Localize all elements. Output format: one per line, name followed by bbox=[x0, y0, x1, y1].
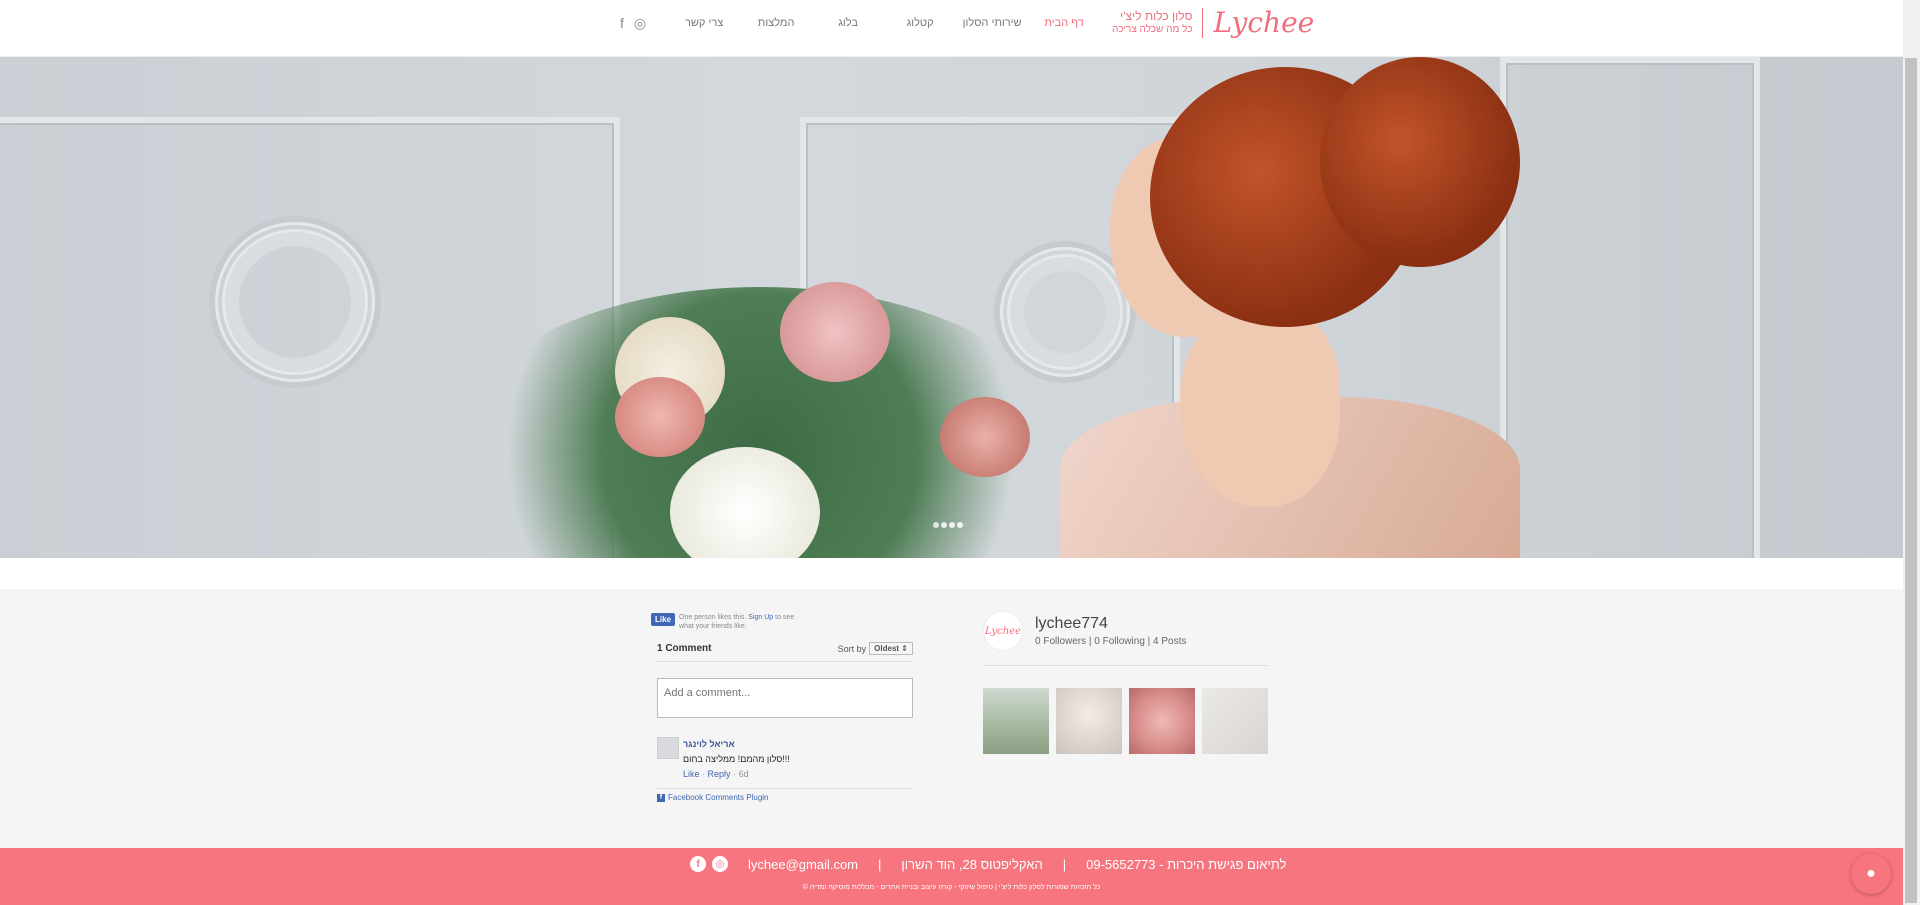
comments-plugin-footer: f Facebook Comments Plugin bbox=[657, 788, 913, 802]
posts-count: 4 Posts bbox=[1153, 636, 1187, 647]
slide-indicators bbox=[933, 522, 963, 528]
post-grid bbox=[983, 688, 1268, 754]
nav-item-contact[interactable]: צרי קשר bbox=[668, 17, 740, 29]
profile-name[interactable]: lychee774 bbox=[1035, 615, 1186, 633]
signup-link[interactable]: Sign Up bbox=[748, 614, 773, 621]
footer-address: האקליפטוס 28, הוד השרון bbox=[901, 856, 1043, 872]
comment-text: סלון מהמם! ממליצה בחום!!! bbox=[683, 754, 790, 764]
like-summary: One person likes this. Sign Up to see wh… bbox=[679, 613, 809, 631]
sort-control: Sort by Oldest ⇕ bbox=[838, 642, 913, 655]
comment-count: 1 Comment bbox=[657, 643, 712, 654]
profile-info: lychee774 0 Followers | 0 Following | 4 … bbox=[1035, 615, 1186, 647]
logo-mark: Lychee bbox=[1213, 6, 1315, 39]
bride-neck bbox=[1180, 307, 1340, 507]
footer-copyright: © כל הזכויות שמורות לסלון כלות ליצ'י | ט… bbox=[802, 884, 1101, 891]
chat-icon: ● bbox=[1866, 865, 1876, 882]
nav-items: צרי קשר המלצות בלוג קטלוג שירותי הסלון ד… bbox=[668, 17, 1100, 29]
footer-phone[interactable]: לתיאום פגישת היכרות - 09-5652773 bbox=[1086, 857, 1286, 872]
scrollbar-thumb[interactable] bbox=[1905, 58, 1917, 903]
facebook-comments: 1 Comment Sort by Oldest ⇕ אריאל לוינגר … bbox=[657, 642, 913, 802]
comment-reply-link[interactable]: Reply bbox=[708, 769, 731, 779]
facebook-icon[interactable]: f bbox=[690, 856, 706, 872]
nav-item-services[interactable]: שירותי הסלון bbox=[956, 17, 1028, 29]
sort-select[interactable]: Oldest ⇕ bbox=[869, 642, 913, 655]
comment-age: 6d bbox=[738, 769, 749, 779]
wall-panel bbox=[1500, 57, 1760, 558]
footer-email[interactable]: lychee@gmail.com bbox=[748, 857, 858, 872]
logo-subtitle: סלון כלות ליצ'י כל מה שכלה צריכה bbox=[1112, 8, 1193, 36]
instagram-profile-widget: Lychee lychee774 0 Followers | 0 Followi… bbox=[983, 611, 1268, 754]
nav-item-recommendations[interactable]: המלצות bbox=[740, 17, 812, 29]
footer-contact: f ◎ lychee@gmail.com | האקליפטוס 28, הוד… bbox=[690, 856, 1286, 872]
instagram-icon[interactable]: ◎ bbox=[634, 15, 646, 32]
wall-rosette bbox=[215, 222, 375, 382]
chat-button[interactable]: ● bbox=[1851, 854, 1891, 894]
bouquet-flower bbox=[780, 282, 890, 382]
profile-stats: 0 Followers | 0 Following | 4 Posts bbox=[1035, 636, 1187, 647]
slide-dot[interactable] bbox=[933, 522, 939, 528]
footer-social: f ◎ bbox=[690, 856, 728, 872]
page-scrollbar[interactable] bbox=[1903, 0, 1920, 905]
post-thumb-hairstyle[interactable] bbox=[1129, 688, 1195, 754]
nav-item-catalog[interactable]: קטלוג bbox=[884, 17, 956, 29]
like-text-before: One person likes this. bbox=[679, 614, 747, 621]
slide-dot[interactable] bbox=[949, 522, 955, 528]
bride-hair-bun bbox=[1320, 57, 1520, 267]
profile-header: Lychee lychee774 0 Followers | 0 Followi… bbox=[983, 611, 1268, 666]
logo-subtitle-line1: סלון כלות ליצ'י bbox=[1120, 8, 1193, 23]
nav-item-home[interactable]: דף הבית bbox=[1028, 17, 1100, 29]
sort-value: Oldest bbox=[874, 644, 900, 653]
comment-like-link[interactable]: Like bbox=[683, 769, 700, 779]
logo-divider bbox=[1202, 7, 1204, 38]
comments-header: 1 Comment Sort by Oldest ⇕ bbox=[657, 642, 913, 662]
wall-rosette bbox=[1000, 247, 1130, 377]
hero-slideshow bbox=[0, 57, 1903, 558]
facebook-icon[interactable]: f bbox=[620, 15, 624, 31]
instagram-icon[interactable]: ◎ bbox=[712, 856, 728, 872]
footer-separator: | bbox=[1062, 856, 1067, 872]
followers-count: 0 Followers bbox=[1035, 636, 1087, 647]
comment-author[interactable]: אריאל לוינגר bbox=[683, 737, 790, 752]
comment-item: אריאל לוינגר סלון מהמם! ממליצה בחום!!! L… bbox=[657, 737, 913, 782]
site-footer: f ◎ lychee@gmail.com | האקליפטוס 28, הוד… bbox=[0, 848, 1903, 905]
plugin-link[interactable]: Facebook Comments Plugin bbox=[668, 793, 769, 802]
main-nav: f ◎ צרי קשר המלצות בלוג קטלוג שירותי הסל… bbox=[620, 0, 1100, 46]
sort-label: Sort by bbox=[837, 643, 867, 654]
post-thumb-accessories[interactable] bbox=[1202, 688, 1268, 754]
footer-separator: | bbox=[878, 856, 882, 872]
slide-dot[interactable] bbox=[957, 522, 963, 528]
comment-input[interactable] bbox=[657, 678, 913, 718]
comment-actions: Like · Reply · 6d bbox=[683, 769, 749, 779]
profile-avatar[interactable]: Lychee bbox=[983, 611, 1023, 651]
site-header: f ◎ צרי קשר המלצות בלוג קטלוג שירותי הסל… bbox=[0, 0, 1903, 57]
nav-item-blog[interactable]: בלוג bbox=[812, 17, 884, 29]
comment-body: אריאל לוינגר סלון מהמם! ממליצה בחום!!! L… bbox=[683, 737, 790, 782]
content-section bbox=[0, 589, 1903, 848]
post-thumb-bride[interactable] bbox=[1056, 688, 1122, 754]
logo-subtitle-line2: כל מה שכלה צריכה bbox=[1112, 23, 1193, 35]
slide-dot[interactable] bbox=[941, 522, 947, 528]
bouquet-flower bbox=[940, 397, 1030, 477]
following-count: 0 Following bbox=[1094, 636, 1145, 647]
site-logo[interactable]: סלון כלות ליצ'י כל מה שכלה צריכה Lychee bbox=[1112, 6, 1314, 39]
bouquet-flower bbox=[615, 377, 705, 457]
post-thumb-couple[interactable] bbox=[983, 688, 1049, 754]
facebook-icon: f bbox=[657, 793, 665, 802]
commenter-avatar[interactable] bbox=[657, 737, 679, 759]
facebook-like-button[interactable]: Like bbox=[651, 613, 676, 626]
facebook-like-widget: Like One person likes this. Sign Up to s… bbox=[651, 613, 809, 631]
header-social: f ◎ bbox=[620, 15, 646, 32]
